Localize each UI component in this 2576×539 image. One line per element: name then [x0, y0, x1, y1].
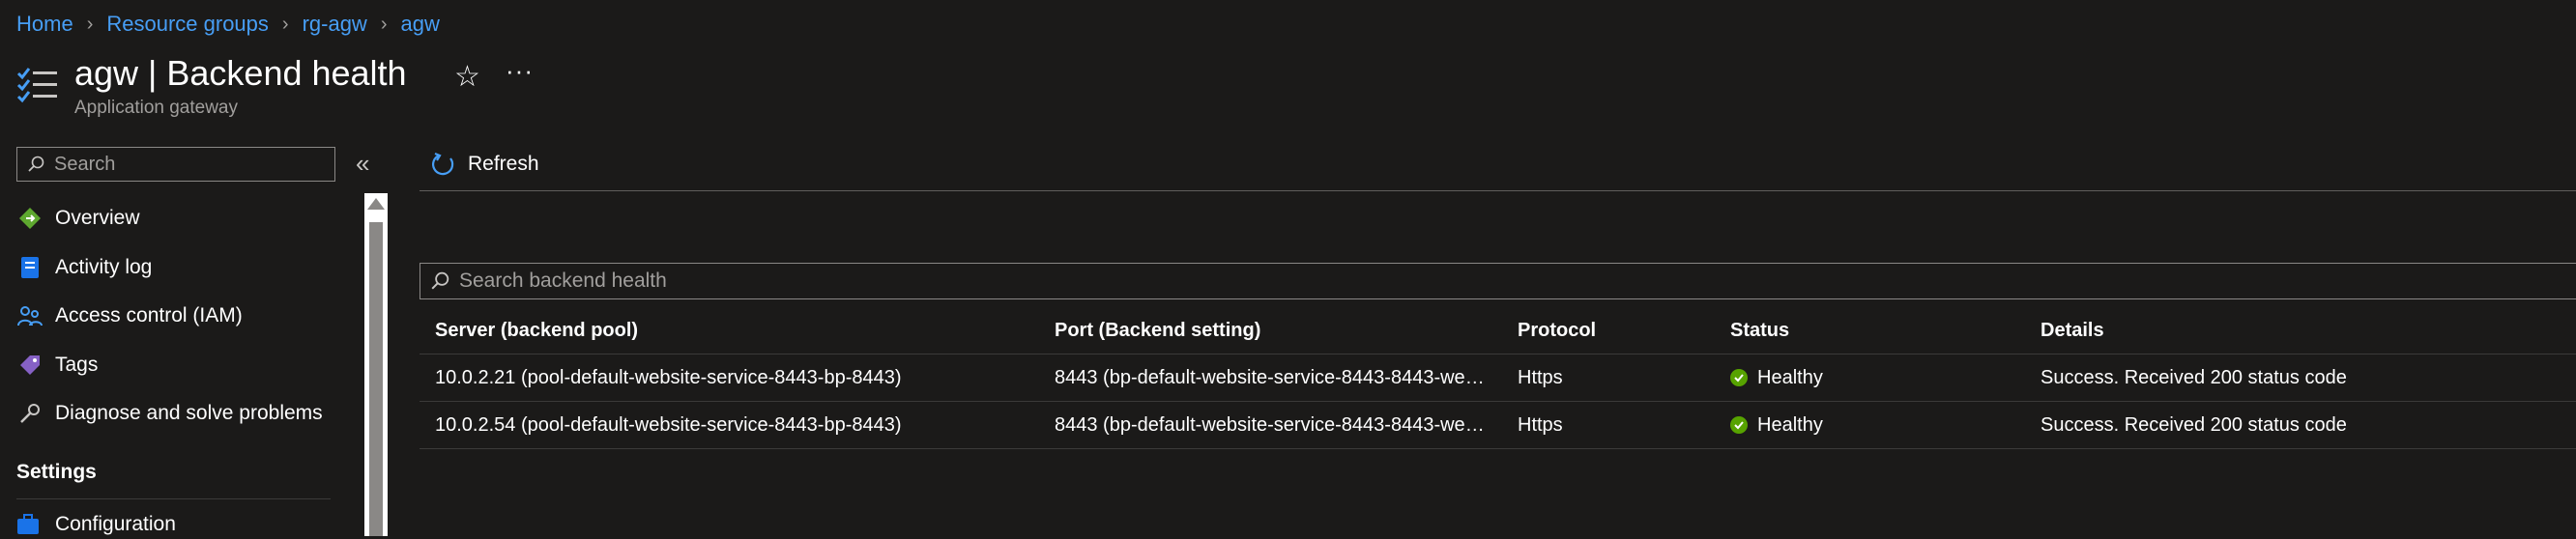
chevron-right-icon: ›	[281, 13, 289, 35]
sidebar-section-settings: Settings	[16, 461, 97, 483]
protocol-cell: Https	[1518, 413, 1563, 436]
table-header: Server (backend pool) Port (Backend sett…	[420, 307, 2576, 355]
page-title: agw | Backend health	[74, 53, 407, 93]
healthy-check-icon	[1730, 416, 1748, 434]
more-options-button[interactable]: ···	[506, 56, 534, 86]
sidebar-search-placeholder: Search	[54, 153, 116, 175]
access-control-icon	[16, 302, 43, 329]
table-row[interactable]: 10.0.2.21 (pool-default-website-service-…	[420, 355, 2576, 402]
breadcrumb-home[interactable]: Home	[16, 12, 73, 37]
status-label: Healthy	[1757, 366, 1823, 388]
column-header-port[interactable]: Port (Backend setting)	[1039, 320, 1502, 342]
server-cell: 10.0.2.54 (pool-default-website-service-…	[435, 413, 902, 436]
sidebar-item-label: Access control (IAM)	[55, 304, 243, 327]
backend-health-icon	[16, 64, 59, 106]
refresh-icon	[432, 152, 454, 176]
details-cell: Success. Received 200 status code	[2041, 413, 2347, 436]
breadcrumb-resource-groups[interactable]: Resource groups	[106, 12, 269, 37]
backend-health-search-placeholder: Search backend health	[459, 270, 667, 292]
sidebar-item-tags[interactable]: Tags	[16, 341, 335, 390]
refresh-label: Refresh	[468, 153, 539, 175]
page-subtitle: Application gateway	[74, 98, 238, 118]
sidebar-item-label: Tags	[55, 353, 99, 376]
details-cell: Success. Received 200 status code	[2041, 366, 2347, 388]
table-row[interactable]: 10.0.2.54 (pool-default-website-service-…	[420, 402, 2576, 449]
tag-icon	[16, 352, 43, 379]
healthy-check-icon	[1730, 369, 1748, 386]
status-cell: Healthy	[1715, 367, 2025, 389]
sidebar-item-diagnose[interactable]: Diagnose and solve problems	[16, 389, 335, 439]
sidebar-nav: Overview Activity log Access control (IA…	[16, 194, 335, 439]
port-cell: 8443 (bp-default-website-service-8443-84…	[1055, 413, 1502, 436]
backend-health-table: Server (backend pool) Port (Backend sett…	[420, 307, 2576, 449]
backend-health-search-input[interactable]: Search backend health	[420, 263, 2576, 299]
search-icon	[431, 271, 449, 290]
column-header-status[interactable]: Status	[1715, 320, 2025, 342]
server-cell: 10.0.2.21 (pool-default-website-service-…	[435, 366, 902, 388]
configuration-icon	[16, 511, 43, 538]
star-icon[interactable]: ☆	[454, 60, 480, 94]
protocol-cell: Https	[1518, 366, 1563, 388]
port-cell: 8443 (bp-default-website-service-8443-84…	[1055, 366, 1502, 388]
sidebar-divider	[16, 498, 331, 499]
search-icon	[28, 156, 44, 172]
sidebar-item-access-control[interactable]: Access control (IAM)	[16, 292, 335, 341]
chevron-right-icon: ›	[380, 13, 388, 35]
overview-icon	[16, 205, 43, 232]
column-header-details[interactable]: Details	[2025, 320, 2576, 342]
wrench-icon	[16, 400, 43, 427]
sidebar-item-activity-log[interactable]: Activity log	[16, 243, 335, 293]
breadcrumb-resource[interactable]: agw	[401, 12, 440, 37]
sidebar-item-label: Configuration	[55, 513, 176, 535]
activity-log-icon	[16, 254, 43, 281]
sidebar-item-label: Activity log	[55, 255, 153, 278]
chevron-right-icon: ›	[86, 13, 94, 35]
sidebar-item-overview[interactable]: Overview	[16, 194, 335, 243]
sidebar-item-configuration[interactable]: Configuration	[16, 510, 176, 539]
column-header-server[interactable]: Server (backend pool)	[420, 320, 1039, 342]
refresh-button[interactable]: Refresh	[429, 147, 539, 182]
sidebar-item-label: Diagnose and solve problems	[55, 402, 323, 425]
status-cell: Healthy	[1715, 414, 2025, 437]
scrollbar-thumb[interactable]	[369, 222, 383, 536]
collapse-sidebar-button[interactable]: «	[356, 149, 369, 179]
sidebar-item-label: Overview	[55, 207, 140, 230]
sidebar-search-input[interactable]: Search	[16, 147, 335, 182]
breadcrumb: Home › Resource groups › rg-agw › agw	[16, 10, 440, 39]
status-label: Healthy	[1757, 413, 1823, 436]
breadcrumb-resource-group[interactable]: rg-agw	[303, 12, 367, 37]
command-bar-divider	[420, 190, 2576, 191]
column-header-protocol[interactable]: Protocol	[1502, 320, 1715, 342]
scroll-up-arrow-icon[interactable]	[367, 198, 385, 210]
